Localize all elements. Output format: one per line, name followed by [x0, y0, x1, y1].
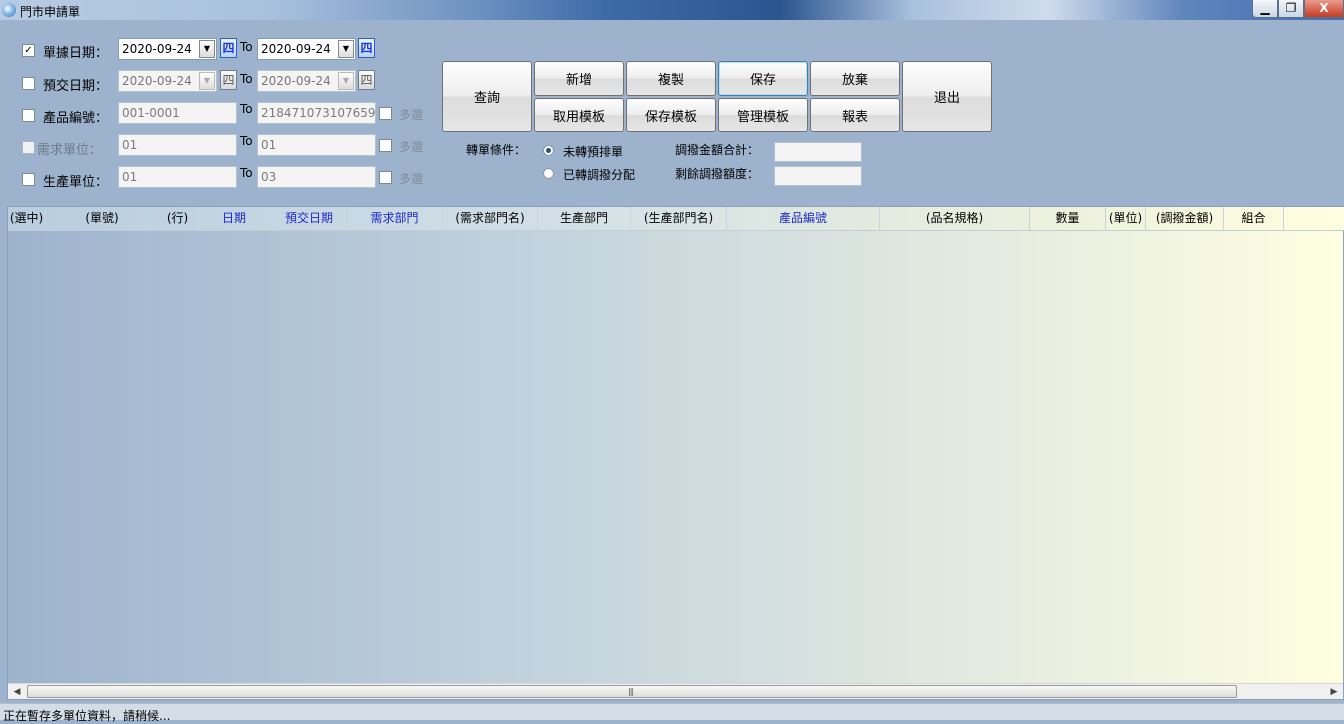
scrollbar-thumb[interactable]: |||: [27, 685, 1237, 698]
doc-date-checkbox[interactable]: ✓: [22, 44, 35, 57]
production-unit-from-field[interactable]: 01: [118, 166, 237, 188]
conversion-condition-label: 轉單條件：: [466, 143, 527, 157]
demand-unit-to-label: To: [240, 134, 253, 148]
production-unit-to-label: To: [240, 166, 253, 180]
restore-button[interactable]: ❐: [1278, 0, 1304, 18]
chevron-down-icon[interactable]: ▼: [338, 72, 354, 90]
save-template-button[interactable]: 保存模板: [626, 98, 716, 132]
demand-unit-to-field[interactable]: 01: [257, 134, 376, 156]
delivery-date-from-weekday-button[interactable]: 四: [220, 70, 237, 90]
product-no-label: 產品編號：: [43, 111, 109, 126]
close-button[interactable]: X: [1304, 0, 1344, 18]
save-button[interactable]: 保存: [718, 61, 808, 96]
col-header-demand-dept-name[interactable]: (需求部門名): [443, 207, 538, 231]
add-button[interactable]: 新增: [534, 61, 624, 96]
chevron-down-icon[interactable]: ▼: [199, 72, 215, 90]
demand-unit-checkbox[interactable]: [22, 141, 35, 154]
radio-not-converted[interactable]: [543, 145, 554, 156]
production-unit-label: 生產單位：: [43, 175, 109, 190]
demand-unit-label: 需求單位：: [37, 143, 103, 158]
radio-not-converted-label: 未轉預排單: [563, 145, 624, 159]
query-button[interactable]: 查詢: [442, 61, 532, 132]
app-icon: [2, 3, 16, 17]
radio-converted[interactable]: [543, 168, 554, 179]
demand-unit-multi-checkbox[interactable]: [379, 139, 392, 152]
status-bar: 正在暫存多單位資料，請稍候...: [0, 703, 1344, 723]
col-header-line[interactable]: (行): [159, 207, 197, 231]
product-no-from-field[interactable]: 001-0001: [118, 102, 237, 124]
window-title: 門市申請單: [20, 5, 81, 19]
remaining-quota-field[interactable]: [774, 166, 862, 186]
product-no-multi-label: 多選: [399, 108, 424, 122]
col-header-quantity[interactable]: 數量: [1030, 207, 1106, 231]
col-header-product-no[interactable]: 產品編號: [727, 207, 880, 231]
report-button[interactable]: 報表: [810, 98, 900, 132]
delivery-date-checkbox[interactable]: [22, 77, 35, 90]
production-unit-to-field[interactable]: 03: [257, 166, 376, 188]
col-header-transfer-amount[interactable]: (調撥金額): [1146, 207, 1224, 231]
col-header-product-spec[interactable]: (品名規格): [880, 207, 1030, 231]
data-grid[interactable]: (選中) (單號) (行) 日期 預交日期 需求部門 (需求部門名) 生產部門 …: [7, 206, 1344, 700]
delivery-date-to-label: To: [240, 72, 253, 86]
demand-unit-from-field[interactable]: 01: [118, 134, 237, 156]
minimize-button[interactable]: ▁: [1252, 0, 1278, 18]
col-header-production-dept-name[interactable]: (生產部門名): [631, 207, 727, 231]
col-header-date[interactable]: 日期: [197, 207, 272, 231]
product-no-checkbox[interactable]: [22, 109, 35, 122]
doc-date-label: 單據日期：: [43, 46, 109, 61]
restore-icon: ❐: [1285, 1, 1297, 15]
exit-button[interactable]: 退出: [902, 61, 992, 132]
col-header-unit[interactable]: (單位): [1106, 207, 1146, 231]
remaining-quota-label: 剩餘調撥額度：: [675, 167, 760, 181]
delivery-date-to-weekday-button[interactable]: 四: [358, 70, 375, 90]
minimize-icon: ▁: [1260, 1, 1270, 15]
col-header-combination[interactable]: 組合: [1224, 207, 1284, 231]
demand-unit-multi-label: 多選: [399, 140, 424, 154]
radio-converted-label: 已轉調撥分配: [563, 168, 636, 182]
scroll-left-icon[interactable]: ◀: [9, 685, 25, 699]
doc-date-to-label: To: [240, 40, 253, 54]
use-template-button[interactable]: 取用模板: [534, 98, 624, 132]
col-header-production-dept[interactable]: 生產部門: [538, 207, 631, 231]
copy-button[interactable]: 複製: [626, 61, 716, 96]
product-no-to-label: To: [240, 102, 253, 116]
transfer-total-field[interactable]: [774, 142, 862, 162]
product-no-to-field[interactable]: 2184710731076590: [257, 102, 376, 124]
col-header-demand-dept[interactable]: 需求部門: [347, 207, 443, 231]
product-no-multi-checkbox[interactable]: [379, 107, 392, 120]
transfer-total-label: 調撥金額合計：: [675, 143, 760, 157]
chevron-down-icon[interactable]: ▼: [199, 40, 215, 58]
close-icon: X: [1319, 1, 1329, 15]
scroll-right-icon[interactable]: ▶: [1326, 685, 1342, 699]
checkmark-icon: ✓: [24, 45, 33, 56]
chevron-down-icon[interactable]: ▼: [338, 40, 354, 58]
discard-button[interactable]: 放棄: [810, 61, 900, 96]
manage-template-button[interactable]: 管理模板: [718, 98, 808, 132]
production-unit-multi-checkbox[interactable]: [379, 171, 392, 184]
col-header-delivery-date[interactable]: 預交日期: [272, 207, 347, 231]
col-header-selected[interactable]: (選中): [8, 207, 46, 231]
production-unit-checkbox[interactable]: [22, 173, 35, 186]
col-header-doc-no[interactable]: (單號): [46, 207, 159, 231]
doc-date-to-weekday-button[interactable]: 四: [358, 38, 375, 58]
horizontal-scrollbar[interactable]: ◀ ||| ▶: [8, 683, 1343, 699]
delivery-date-label: 預交日期：: [43, 79, 109, 94]
title-bar[interactable]: 門市申請單 ▁ ❐ X: [0, 0, 1344, 20]
doc-date-from-weekday-button[interactable]: 四: [220, 38, 237, 58]
production-unit-multi-label: 多選: [399, 172, 424, 186]
grip-icon: |||: [628, 687, 634, 696]
grid-header: (選中) (單號) (行) 日期 預交日期 需求部門 (需求部門名) 生產部門 …: [8, 207, 1344, 231]
